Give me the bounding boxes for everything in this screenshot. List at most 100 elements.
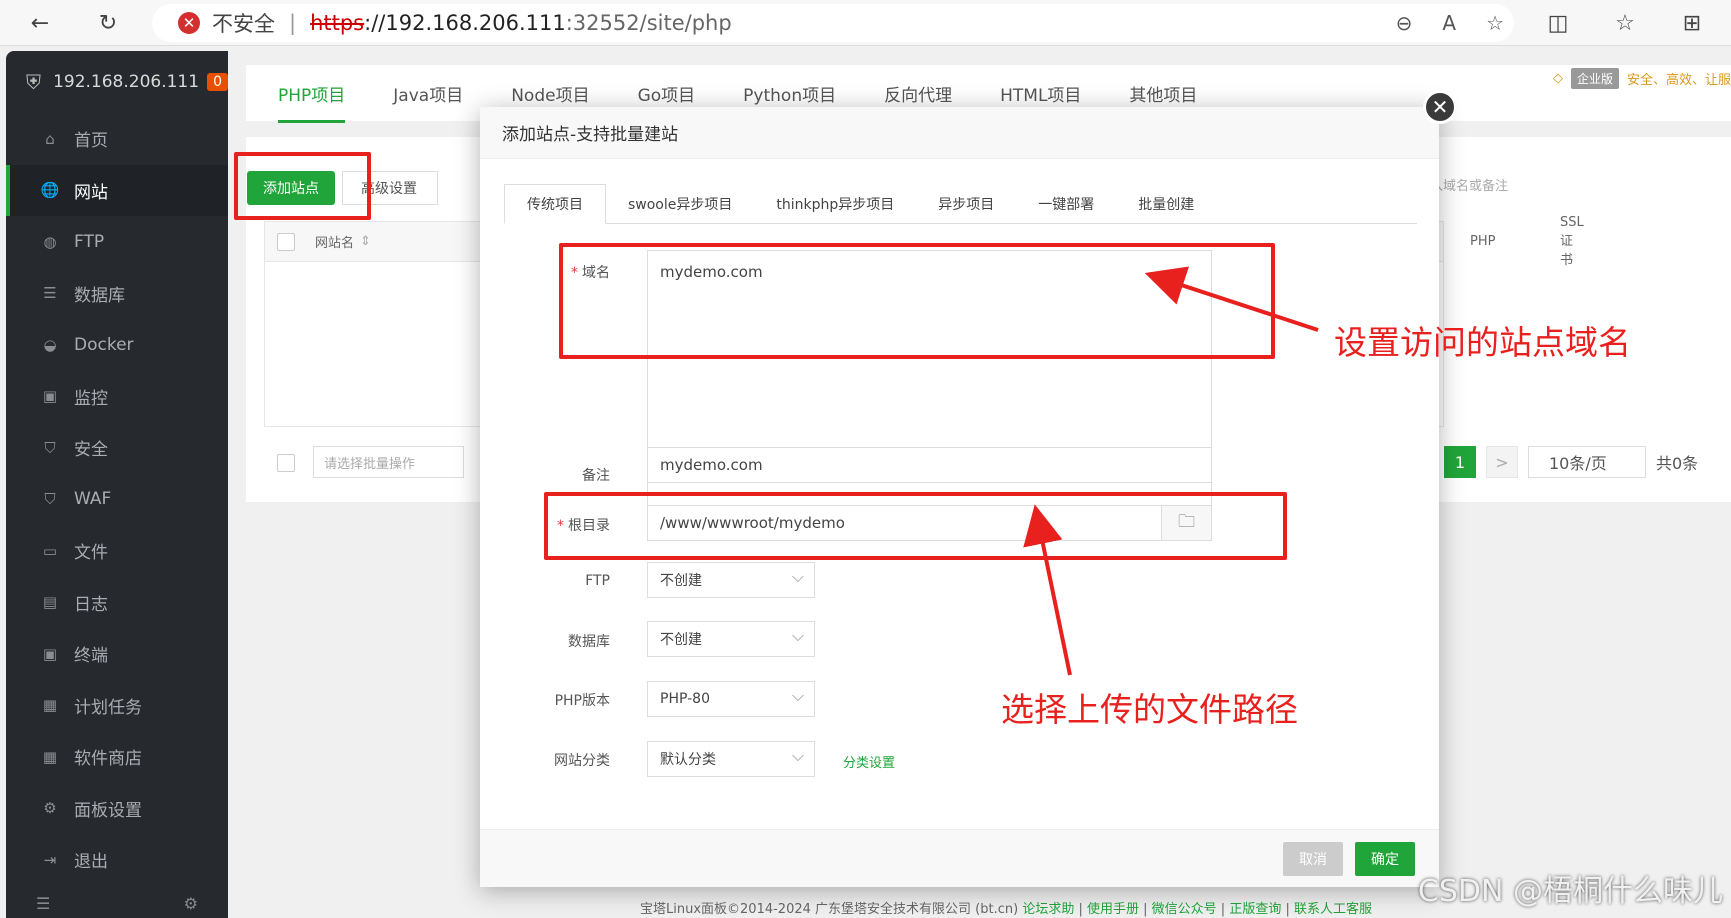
sidebar-item-label: 终端 (74, 646, 108, 667)
tab-4[interactable]: Python项目 (743, 81, 836, 106)
collections-icon[interactable]: ⊞ (1677, 8, 1707, 38)
dialog-tab-3[interactable]: 异步项目 (916, 184, 1016, 224)
confirm-button[interactable]: 确定 (1355, 842, 1415, 876)
database-icon: ☰ (43, 284, 57, 303)
category-settings-link[interactable]: 分类设置 (843, 752, 895, 771)
browser-toolbar: ← ↻ ✕ 不安全 | https://192.168.206.111:3255… (0, 0, 1731, 46)
reload-icon[interactable]: ↻ (93, 8, 123, 38)
sidebar-item-label: 计划任务 (74, 697, 142, 718)
logout-icon: ⇥ (43, 850, 57, 869)
tab-7[interactable]: 其他项目 (1129, 81, 1197, 106)
sidebar-item-10[interactable]: ▣ 终端 (6, 628, 228, 680)
tab-2[interactable]: Node项目 (511, 81, 589, 106)
sidebar-item-11[interactable]: ▦ 计划任务 (6, 680, 228, 732)
tab-5[interactable]: 反向代理 (884, 81, 952, 106)
database-select[interactable]: 不创建 (647, 621, 815, 657)
ftp-label: FTP (585, 573, 610, 589)
ftp-select[interactable]: 不创建 (647, 562, 815, 598)
zoom-icon[interactable]: ⊖ (1396, 11, 1413, 35)
message-badge[interactable]: 0 (207, 73, 228, 91)
batch-checkbox[interactable] (277, 454, 295, 472)
settings-gear-icon[interactable]: ⚙ (184, 894, 198, 913)
sidebar-item-9[interactable]: ▤ 日志 (6, 577, 228, 629)
sidebar-item-8[interactable]: ▭ 文件 (6, 525, 228, 577)
server-ip: 192.168.206.111 (53, 72, 200, 92)
globe-icon: 🌐 (40, 181, 60, 200)
category-label: 网站分类 (554, 753, 610, 769)
page-next[interactable]: > (1486, 446, 1518, 478)
sidebar-item-7[interactable]: ⛉ WAF (6, 474, 228, 526)
page-current[interactable]: 1 (1444, 446, 1476, 478)
footer-link[interactable]: 论坛求助 (1022, 902, 1074, 917)
footer-link[interactable]: 微信公众号 (1152, 902, 1217, 917)
split-screen-icon[interactable]: ◫ (1543, 8, 1573, 38)
sort-icon[interactable]: ⇕ (360, 234, 371, 249)
sidebar-item-6[interactable]: ⛉ 安全 (6, 422, 228, 474)
ftp-icon: ◍ (43, 232, 57, 251)
sidebar-item-2[interactable]: ◍ FTP (6, 216, 228, 268)
sidebar-item-12[interactable]: ▦ 软件商店 (6, 731, 228, 783)
docker-icon: ◒ (43, 335, 57, 354)
sidebar-item-13[interactable]: ⚙ 面板设置 (6, 783, 228, 835)
shield-icon: ⛉ (44, 438, 56, 457)
batch-select[interactable]: 请选择批量操作 (313, 446, 464, 478)
sidebar-item-label: 网站 (74, 182, 108, 203)
col-ssl[interactable]: SSL证书 (1560, 215, 1584, 268)
sidebar-item-label: FTP (74, 231, 105, 252)
promo-text: 安全、高效、让服 (1626, 72, 1731, 88)
diamond-icon: ◇ (1552, 70, 1563, 86)
tab-3[interactable]: Go项目 (638, 81, 696, 106)
store-icon: ▦ (42, 747, 58, 766)
sidebar-item-5[interactable]: ▣ 监控 (6, 371, 228, 423)
cancel-button[interactable]: 取消 (1283, 842, 1343, 876)
col-php[interactable]: PHP (1470, 234, 1495, 249)
dialog-title: 添加站点-支持批量建站 (480, 107, 1439, 159)
search-input[interactable]: 入域名或备注 (1430, 175, 1508, 194)
dialog-footer: 取消 确定 (480, 829, 1439, 887)
collapse-icon[interactable]: ☰ (36, 894, 50, 913)
highlight-add-site (234, 152, 371, 220)
terminal-icon: ▣ (42, 644, 58, 663)
favorite-star-icon[interactable]: ☆ (1486, 11, 1504, 35)
back-icon[interactable]: ← (25, 8, 55, 38)
tab-0[interactable]: PHP项目 (278, 81, 346, 123)
col-site-name[interactable]: 网站名 (315, 232, 354, 251)
sidebar-item-1[interactable]: 🌐 网站 (6, 164, 228, 216)
tab-1[interactable]: Java项目 (393, 81, 463, 106)
sidebar-item-label: 首页 (74, 131, 108, 152)
php-version-label: PHP版本 (554, 693, 610, 709)
sidebar-item-3[interactable]: ☰ 数据库 (6, 268, 228, 320)
footer-link[interactable]: 联系人工客服 (1294, 902, 1372, 917)
page-size-select[interactable]: 10条/页 (1528, 446, 1646, 478)
footer-link[interactable]: 正版查询 (1229, 902, 1281, 917)
close-icon[interactable]: ✕ (1423, 90, 1457, 124)
sidebar-item-14[interactable]: ⇥ 退出 (6, 834, 228, 886)
select-all-checkbox[interactable] (277, 232, 295, 251)
url-scheme: https (310, 11, 365, 35)
sidebar: ⛨ 192.168.206.111 0 ⌂ 首页 🌐 网站 ◍ FTP ☰ 数据库 ◒ Docke… (6, 51, 228, 918)
dialog-tab-2[interactable]: thinkphp异步项目 (754, 184, 916, 224)
read-aloud-icon[interactable]: A (1442, 11, 1456, 35)
dialog-tab-4[interactable]: 一键部署 (1016, 184, 1116, 224)
php-version-select[interactable]: PHP-80 (647, 681, 815, 717)
dialog-tab-5[interactable]: 批量创建 (1116, 184, 1216, 224)
sidebar-item-0[interactable]: ⌂ 首页 (6, 113, 228, 165)
category-select[interactable]: 默认分类 (647, 741, 815, 777)
tab-6[interactable]: HTML项目 (1000, 81, 1081, 106)
remark-input[interactable]: mydemo.com (647, 447, 1212, 483)
footer-link[interactable]: 使用手册 (1087, 902, 1139, 917)
dialog-tab-0[interactable]: 传统项目 (504, 184, 606, 224)
sidebar-item-label: 文件 (74, 543, 108, 564)
footer-separator: | (1139, 902, 1152, 917)
favorites-icon[interactable]: ☆ (1610, 8, 1640, 38)
home-icon: ⌂ (45, 129, 55, 148)
sidebar-item-label: 数据库 (74, 285, 125, 306)
sidebar-item-4[interactable]: ◒ Docker (6, 319, 228, 371)
address-bar[interactable]: ✕ 不安全 | https://192.168.206.111:32552/si… (152, 4, 1514, 42)
sidebar-item-label: Docker (74, 334, 134, 355)
sidebar-item-label: 软件商店 (74, 749, 142, 770)
dialog-tab-1[interactable]: swoole异步项目 (606, 184, 754, 224)
promo-banner[interactable]: ◇ 企业版 安全、高效、让服 (1553, 63, 1731, 93)
watermark: CSDN @梧桐什么味儿 (1417, 874, 1723, 909)
log-icon: ▤ (42, 593, 58, 612)
